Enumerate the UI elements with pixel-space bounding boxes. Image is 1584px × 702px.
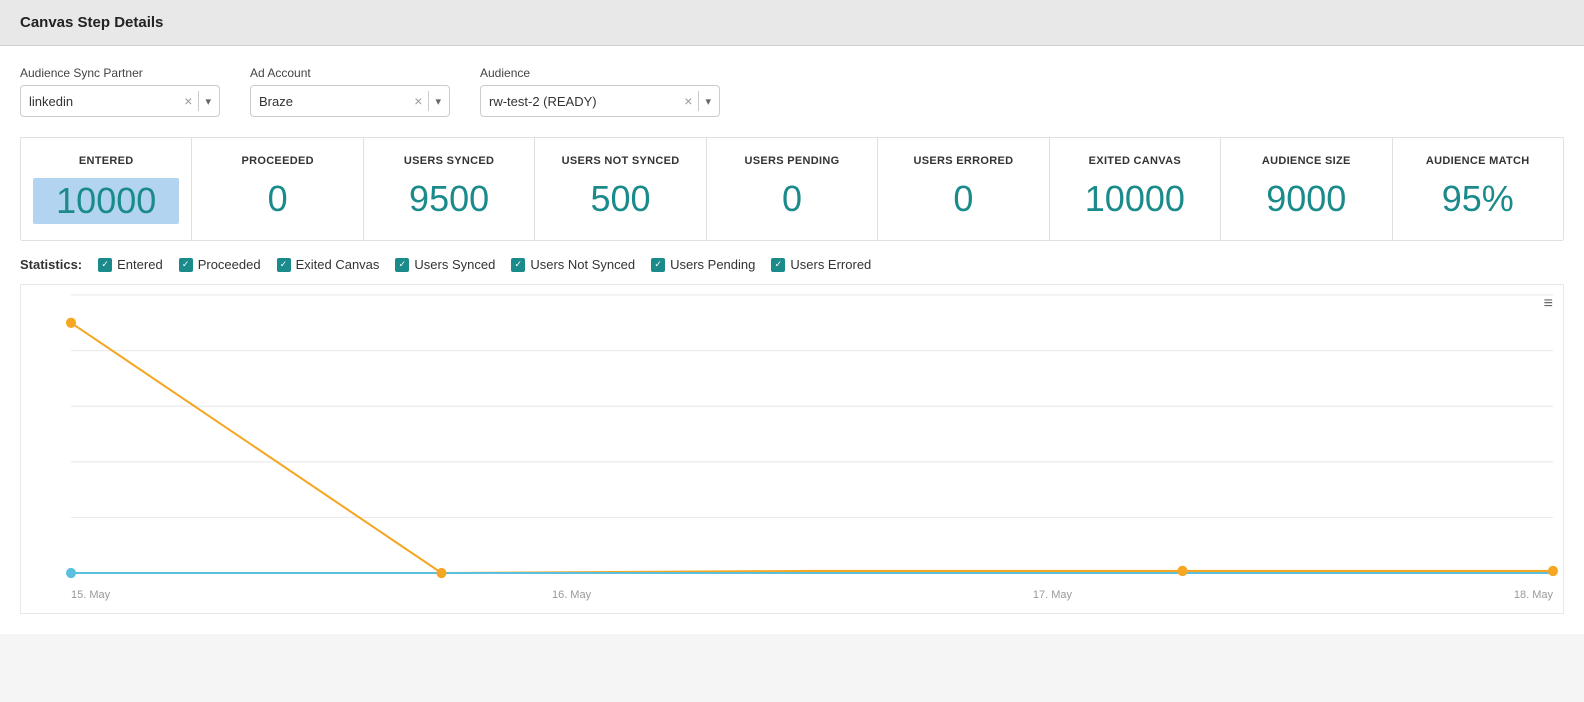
metric-label-0: ENTERED — [33, 154, 179, 168]
statistics-row: Statistics: Entered Proceeded Exited Canva… — [20, 257, 1564, 272]
stat-label-1: Proceeded — [198, 257, 261, 272]
dot-synced-may15 — [66, 568, 76, 578]
ad-account-clear-icon[interactable]: × — [414, 94, 422, 108]
metric-cell-4: USERS PENDING 0 — [707, 138, 878, 240]
stat-item-4[interactable]: Users Not Synced — [511, 257, 635, 272]
stat-label-4: Users Not Synced — [530, 257, 635, 272]
x-label-3: 18. May — [1514, 589, 1553, 601]
metric-cell-0: ENTERED 10000 — [21, 138, 192, 240]
chevron-down-icon-3[interactable]: ▾ — [705, 95, 711, 108]
metric-cell-7: AUDIENCE SIZE 9000 — [1221, 138, 1392, 240]
metric-value-4: 0 — [719, 178, 865, 220]
ad-account-label: Ad Account — [250, 66, 450, 80]
chart-svg — [71, 295, 1553, 573]
chart-area: 15. May16. May17. May18. May — [71, 295, 1553, 573]
stat-checkbox-0[interactable] — [98, 258, 112, 272]
stat-label-3: Users Synced — [414, 257, 495, 272]
stat-item-5[interactable]: Users Pending — [651, 257, 755, 272]
stat-checkbox-5[interactable] — [651, 258, 665, 272]
metric-value-2: 9500 — [376, 178, 522, 220]
stat-checkbox-6[interactable] — [771, 258, 785, 272]
metric-cell-6: EXITED CANVAS 10000 — [1050, 138, 1221, 240]
stat-item-0[interactable]: Entered — [98, 257, 163, 272]
dot-entered-may17 — [1177, 566, 1187, 576]
chevron-down-icon[interactable]: ▾ — [205, 95, 211, 108]
audience-sync-partner-clear-icon[interactable]: × — [184, 94, 192, 108]
statistics-label: Statistics: — [20, 257, 82, 272]
x-label-0: 15. May — [71, 589, 110, 601]
audience-sync-partner-group: Audience Sync Partner linkedin × ▾ — [20, 66, 220, 117]
audience-sync-partner-select[interactable]: linkedin × ▾ — [20, 85, 220, 117]
metric-value-3: 500 — [547, 178, 693, 220]
stat-label-6: Users Errored — [790, 257, 871, 272]
metrics-row: ENTERED10000PROCEEDED0USERS SYNCED9500US… — [20, 137, 1564, 241]
stat-label-5: Users Pending — [670, 257, 755, 272]
page-title: Canvas Step Details — [20, 14, 163, 31]
metric-value-1: 0 — [204, 178, 350, 220]
ad-account-value: Braze — [259, 94, 408, 109]
metric-cell-5: USERS ERRORED 0 — [878, 138, 1049, 240]
main-content: Audience Sync Partner linkedin × ▾ Ad Ac… — [0, 46, 1584, 634]
dot-entered-may18 — [1548, 566, 1558, 576]
metric-cell-2: USERS SYNCED 9500 — [364, 138, 535, 240]
metric-cell-8: AUDIENCE MATCH 95% — [1393, 138, 1563, 240]
metric-label-8: AUDIENCE MATCH — [1405, 154, 1551, 168]
stat-checkbox-3[interactable] — [395, 258, 409, 272]
x-label-2: 17. May — [1033, 589, 1072, 601]
audience-sync-partner-value: linkedin — [29, 94, 178, 109]
metric-label-6: EXITED CANVAS — [1062, 154, 1208, 168]
chevron-down-icon-2[interactable]: ▾ — [435, 95, 441, 108]
stat-item-3[interactable]: Users Synced — [395, 257, 495, 272]
audience-value: rw-test-2 (READY) — [489, 94, 678, 109]
audience-group: Audience rw-test-2 (READY) × ▾ — [480, 66, 720, 117]
stat-item-1[interactable]: Proceeded — [179, 257, 261, 272]
stat-checkbox-4[interactable] — [511, 258, 525, 272]
audience-sync-partner-label: Audience Sync Partner — [20, 66, 220, 80]
x-label-1: 16. May — [552, 589, 591, 601]
audience-select[interactable]: rw-test-2 (READY) × ▾ — [480, 85, 720, 117]
metric-label-4: USERS PENDING — [719, 154, 865, 168]
stat-checkbox-2[interactable] — [277, 258, 291, 272]
x-axis-labels: 15. May 16. May 17. May 18. May — [71, 589, 1553, 601]
stat-item-2[interactable]: Exited Canvas — [277, 257, 380, 272]
stat-item-6[interactable]: Users Errored — [771, 257, 871, 272]
metric-value-7: 9000 — [1233, 178, 1379, 220]
stat-label-2: Exited Canvas — [296, 257, 380, 272]
dot-entered-may15 — [66, 318, 76, 328]
metric-cell-3: USERS NOT SYNCED 500 — [535, 138, 706, 240]
metric-value-5: 0 — [890, 178, 1036, 220]
select-divider — [198, 91, 199, 111]
metric-label-1: PROCEEDED — [204, 154, 350, 168]
metric-cell-1: PROCEEDED 0 — [192, 138, 363, 240]
stat-checkbox-1[interactable] — [179, 258, 193, 272]
ad-account-select[interactable]: Braze × ▾ — [250, 85, 450, 117]
metric-label-7: AUDIENCE SIZE — [1233, 154, 1379, 168]
audience-clear-icon[interactable]: × — [684, 94, 692, 108]
entered-line — [71, 323, 1553, 573]
filters-row: Audience Sync Partner linkedin × ▾ Ad Ac… — [20, 66, 1564, 117]
select-divider-2 — [428, 91, 429, 111]
metric-label-5: USERS ERRORED — [890, 154, 1036, 168]
metric-label-3: USERS NOT SYNCED — [547, 154, 693, 168]
page-header: Canvas Step Details — [0, 0, 1584, 46]
stat-label-0: Entered — [117, 257, 163, 272]
metric-value-0: 10000 — [33, 178, 179, 224]
metric-value-6: 10000 — [1062, 178, 1208, 220]
chart-container: ≡ 1251007550250 — [20, 284, 1564, 614]
dot-entered-may16 — [436, 568, 446, 578]
select-divider-3 — [698, 91, 699, 111]
metric-label-2: USERS SYNCED — [376, 154, 522, 168]
audience-label: Audience — [480, 66, 720, 80]
metric-value-8: 95% — [1405, 178, 1551, 220]
ad-account-group: Ad Account Braze × ▾ — [250, 66, 450, 117]
